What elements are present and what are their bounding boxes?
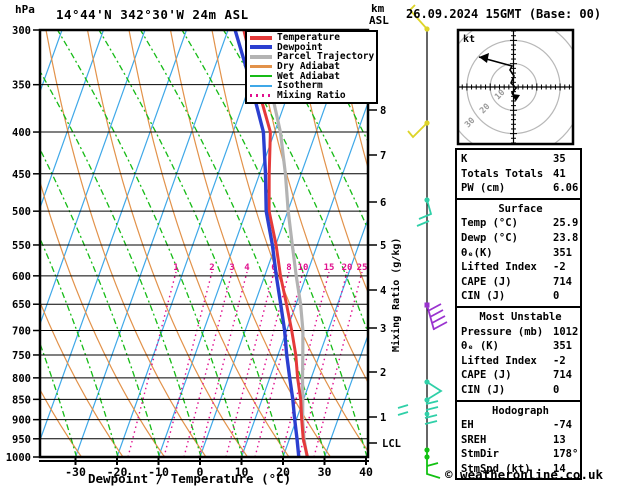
- copyright-footer: © weatheronline.co.uk: [445, 467, 604, 482]
- row-label: CIN (J): [461, 383, 506, 396]
- table-row: θₑ(K) 351: [461, 246, 580, 261]
- row-value: 714: [553, 369, 572, 382]
- table-row: K 35: [461, 152, 580, 167]
- table-section-header: Surface: [498, 202, 543, 215]
- table-row: CIN (J) 0: [461, 383, 580, 398]
- row-value: 178°: [553, 448, 579, 461]
- wind-barb-foot: [424, 447, 441, 479]
- table-row: Pressure (mb) 1012: [461, 325, 580, 340]
- legend-swatch: [250, 65, 272, 68]
- table-row: CAPE (J) 714: [461, 275, 580, 290]
- pressure-unit-label: hPa: [15, 3, 35, 16]
- table-row: CIN (J) 0: [461, 289, 580, 304]
- row-label: CIN (J): [461, 290, 506, 303]
- table-row: EH -74: [461, 418, 580, 433]
- table-row: θₑ (K) 351: [461, 339, 580, 354]
- table-row: Lifted Index -2: [461, 260, 580, 275]
- row-label: SREH: [461, 433, 487, 446]
- row-label: θₑ(K): [461, 246, 493, 259]
- row-value: 35: [553, 153, 566, 165]
- legend-swatch: [250, 74, 272, 78]
- table-row: SREH 13: [461, 433, 580, 448]
- row-label: Lifted Index: [461, 261, 537, 274]
- table-section-header: Hodograph: [492, 404, 549, 417]
- skewt-sounding-page: { "header": { "pressure_unit": "hPa", "t…: [0, 0, 629, 486]
- table-row: Totals Totals 41: [461, 167, 580, 182]
- wind-barb-double-left: [416, 197, 433, 227]
- legend-swatch: [250, 54, 272, 59]
- x-axis-label: Dewpoint / Temperature (°C): [88, 471, 292, 486]
- wind-barb-hatch: [424, 302, 448, 331]
- wind-barb-half-down: [407, 120, 430, 139]
- legend-item-mixing-ratio: Mixing Ratio: [250, 89, 376, 101]
- table-row: StmDir 178°: [461, 447, 580, 462]
- legend-swatch: [250, 35, 272, 40]
- legend-label: Mixing Ratio: [277, 89, 346, 101]
- wind-barb-cluster: [397, 397, 439, 425]
- row-value: 41: [553, 167, 566, 180]
- row-value: 351: [553, 340, 572, 353]
- page-title: 14°44'N 342°30'W 24m ASL: [56, 7, 249, 22]
- row-label: K: [461, 153, 468, 165]
- table-row: Lifted Index -2: [461, 354, 580, 369]
- row-label: EH: [461, 419, 474, 432]
- row-value: 714: [553, 275, 572, 288]
- legend-swatch: [250, 84, 272, 88]
- table-section-header: Most Unstable: [479, 310, 562, 323]
- row-label: CAPE (J): [461, 369, 512, 382]
- row-value: -2: [553, 354, 566, 367]
- row-value: 23.8: [553, 231, 579, 244]
- row-value: 0: [553, 290, 560, 303]
- row-label: Pressure (mb): [461, 325, 544, 338]
- table-row: PW (cm) 6.06: [461, 181, 580, 196]
- row-label: PW (cm): [461, 182, 506, 195]
- row-label: θₑ (K): [461, 340, 499, 353]
- row-value: 351: [553, 246, 572, 259]
- legend: Temperature Dewpoint Parcel Trajectory Dry …: [245, 30, 378, 105]
- legend-swatch: [250, 45, 272, 50]
- indices-table: K 35 Totals Totals 41 PW (cm) 6.06 Surface Temp…: [455, 148, 582, 481]
- row-value: -74: [553, 419, 572, 432]
- row-label: Dewp (°C): [461, 231, 518, 244]
- row-label: Totals Totals: [461, 167, 544, 180]
- table-row: Temp (°C) 25.9: [461, 216, 580, 231]
- table-section-surface: Surface Temp (°C) 25.9 Dewp (°C) 23.8 θₑ(K) 35…: [455, 197, 582, 308]
- row-label: Lifted Index: [461, 354, 537, 367]
- table-row: CAPE (J) 714: [461, 368, 580, 383]
- row-label: Temp (°C): [461, 217, 518, 230]
- row-label: StmDir: [461, 448, 499, 461]
- row-value: 0: [553, 383, 560, 396]
- row-value: 6.06: [553, 182, 579, 195]
- table-row: Dewp (°C) 23.8: [461, 231, 580, 246]
- row-label: CAPE (J): [461, 275, 512, 288]
- table-section-most-unstable: Most Unstable Pressure (mb) 1012 θₑ (K) 351 L…: [455, 305, 582, 402]
- asl-unit-label: ASL: [369, 14, 389, 27]
- row-value: 25.9: [553, 217, 579, 230]
- row-value: 13: [553, 433, 566, 446]
- row-value: -2: [553, 261, 566, 274]
- mixing-ratio-axis-label: Mixing Ratio (g/kg): [391, 237, 402, 352]
- datetime-label: 26.09.2024 15GMT (Base: 00): [406, 7, 602, 21]
- table-section-indices: K 35 Totals Totals 41 PW (cm) 6.06: [455, 148, 582, 200]
- legend-swatch: [250, 94, 272, 97]
- row-value: 1012: [553, 325, 579, 338]
